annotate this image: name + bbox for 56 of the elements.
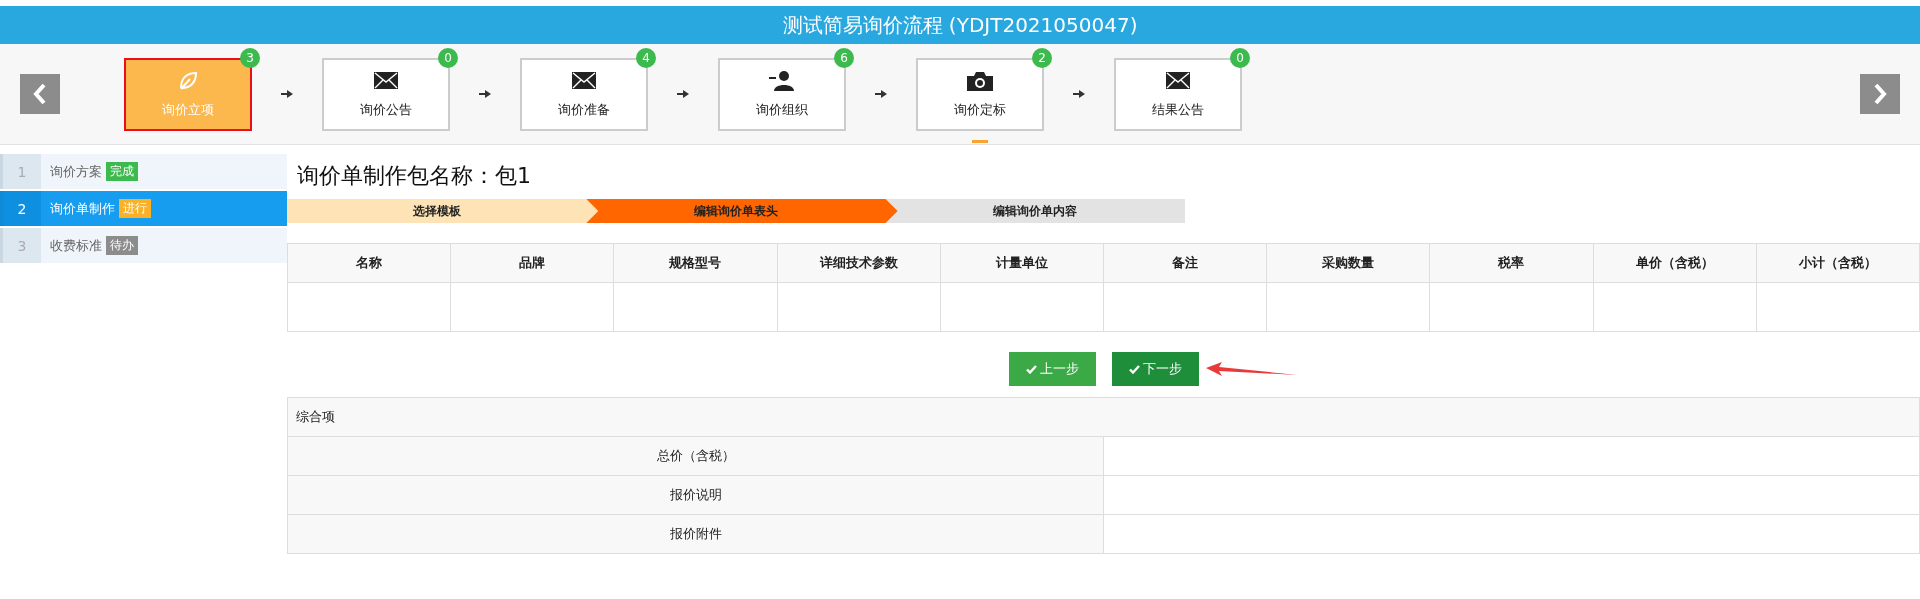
check-icon bbox=[1128, 364, 1140, 374]
count-badge: 6 bbox=[834, 47, 854, 68]
arrow-icon bbox=[479, 89, 491, 99]
leaf-icon bbox=[177, 69, 199, 92]
column-header: 详细技术参数 bbox=[777, 243, 941, 283]
window-title: 测试简易询价流程 (YDJT2021050047) bbox=[782, 11, 1138, 39]
step-button[interactable]: 上一步 bbox=[1008, 352, 1096, 386]
status-badge: 完成 bbox=[106, 162, 138, 181]
sidebar-item[interactable]: 3 收费标准 待办 bbox=[0, 228, 287, 263]
chevron-left-icon bbox=[33, 83, 47, 105]
status-badge: 待办 bbox=[106, 236, 138, 255]
envelope-icon bbox=[572, 72, 596, 89]
count-badge: 2 bbox=[1032, 47, 1052, 68]
field-label: 报价说明 bbox=[287, 475, 1104, 515]
wizard-step: 编辑询价单表头 bbox=[586, 199, 898, 223]
column-header: 名称 bbox=[287, 243, 451, 283]
status-badge: 进行 bbox=[119, 199, 151, 218]
check-icon bbox=[1025, 364, 1037, 374]
column-header: 小计（含税） bbox=[1756, 243, 1920, 283]
step-number: 1 bbox=[3, 154, 41, 189]
field-label: 报价附件 bbox=[287, 514, 1104, 554]
envelope-icon bbox=[374, 72, 398, 89]
field-label: 总价（含税） bbox=[287, 436, 1104, 476]
camera-icon bbox=[967, 70, 993, 91]
next-button[interactable] bbox=[1860, 74, 1900, 114]
column-header: 单价（含税） bbox=[1593, 243, 1757, 283]
column-header: 规格型号 bbox=[613, 243, 778, 283]
count-badge: 3 bbox=[240, 47, 260, 68]
column-header: 税率 bbox=[1429, 243, 1593, 283]
wizard-step: 编辑询价单内容 bbox=[885, 199, 1185, 223]
summary-title: 综合项 bbox=[287, 397, 1920, 437]
column-header: 采购数量 bbox=[1266, 243, 1430, 283]
sidebar-item[interactable]: 2 询价单制作 进行 bbox=[0, 191, 287, 226]
step-number: 2 bbox=[3, 191, 41, 226]
arrow-icon bbox=[677, 89, 689, 99]
count-badge: 0 bbox=[1230, 47, 1250, 68]
count-badge: 4 bbox=[636, 47, 656, 68]
item-label: 询价方案 bbox=[50, 162, 102, 181]
envelope-icon bbox=[1166, 72, 1190, 89]
arrow-icon bbox=[281, 89, 293, 99]
previous-button[interactable] bbox=[20, 74, 60, 114]
arrow-icon bbox=[875, 89, 887, 99]
step-button[interactable]: 下一步 bbox=[1111, 352, 1199, 386]
person-icon bbox=[769, 69, 795, 92]
wizard-step: 选择模板 bbox=[287, 199, 599, 223]
chevron-right-icon bbox=[1873, 83, 1887, 105]
count-badge: 0 bbox=[438, 47, 458, 68]
column-header: 品牌 bbox=[450, 243, 614, 283]
item-label: 收费标准 bbox=[50, 236, 102, 255]
step-number: 3 bbox=[3, 228, 41, 263]
arrow-icon bbox=[1073, 89, 1085, 99]
page-title: 询价单制作包名称：包1 bbox=[297, 162, 532, 190]
column-header: 备注 bbox=[1103, 243, 1267, 283]
column-header: 计量单位 bbox=[940, 243, 1104, 283]
sidebar-item[interactable]: 1 询价方案 完成 bbox=[0, 154, 287, 189]
item-label: 询价单制作 bbox=[50, 199, 115, 218]
